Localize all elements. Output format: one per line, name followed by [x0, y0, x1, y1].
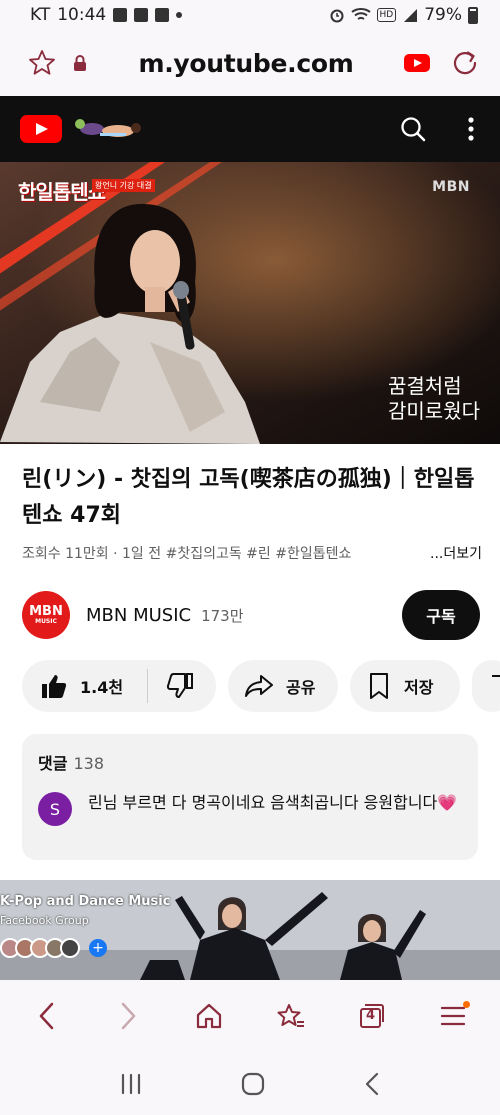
share-button[interactable]: 공유 [228, 660, 338, 712]
member-avatar [60, 938, 80, 958]
browser-bottom-nav: 4 [0, 980, 500, 1052]
broadcaster-watermark: MBN [432, 179, 470, 195]
avatar-text: MBN [29, 603, 63, 619]
gallery-notification-icon [113, 8, 128, 22]
ad-title: K-Pop and Dance Music [0, 894, 171, 909]
youtube-doodle-icon[interactable] [70, 116, 146, 142]
clip-icon [492, 675, 500, 677]
more-actions-button[interactable] [472, 660, 500, 712]
reload-icon[interactable] [452, 50, 478, 76]
video-meta[interactable]: 조회수 11만회 · 1일 전 #찻집의고독 #린 #한일톱텐쇼 ...더보기 [22, 543, 482, 563]
subscribe-button[interactable]: 구독 [402, 590, 480, 640]
tabs-button[interactable]: 4 [347, 991, 397, 1041]
like-icon[interactable] [40, 672, 68, 700]
heart-emoji: 💗 [437, 793, 458, 812]
carrier-label: KT [30, 5, 51, 25]
dislike-icon[interactable] [166, 672, 194, 700]
battery-percent: 79% [424, 5, 462, 25]
caption-line-1: 꿈결처럼 [388, 374, 462, 398]
save-label: 저장 [404, 678, 434, 697]
system-back-icon[interactable] [362, 1071, 382, 1097]
share-label: 공유 [286, 678, 316, 697]
url-address[interactable]: m.youtube.com [88, 49, 404, 78]
grid-notification-icon [155, 8, 170, 22]
alarm-icon [330, 9, 343, 23]
hamburger-menu-icon [441, 1006, 466, 1026]
back-button[interactable] [22, 991, 72, 1041]
search-icon[interactable] [400, 116, 426, 142]
wifi-icon [350, 8, 371, 20]
channel-name[interactable]: MBN MUSIC [86, 605, 191, 626]
video-caption: 꿈결처럼 감미로웠다 [388, 374, 480, 424]
signal-icon [404, 9, 418, 22]
app-notification-icon [134, 8, 149, 22]
show-more-link[interactable]: ...더보기 [430, 543, 482, 563]
comments-title: 댓글 [38, 754, 68, 773]
back-arrow-icon [39, 1002, 53, 1030]
comments-header: 댓글 138 [38, 750, 462, 774]
forward-button[interactable] [103, 991, 153, 1041]
bookmarks-button[interactable] [266, 991, 316, 1041]
more-notifications-icon [176, 12, 183, 18]
like-divider [147, 669, 149, 703]
like-dislike-group: 1.4천 [22, 660, 216, 712]
channel-avatar[interactable]: MBN MUSIC [22, 591, 70, 639]
action-bar: 1.4천 공유 저장 [22, 660, 500, 712]
avatar-subtext: MUSIC [35, 617, 57, 625]
plus-icon: + [89, 939, 107, 957]
save-icon [370, 673, 388, 699]
video-player[interactable]: 한일톱텐쇼 왕언니 기강 대결 MBN 꿈결처럼 감미로웠다 [0, 162, 500, 444]
subscriber-count: 173만 [201, 606, 244, 625]
clock: 10:44 [57, 5, 107, 25]
like-count[interactable]: 1.4천 [80, 674, 123, 698]
system-home-icon[interactable] [240, 1071, 266, 1097]
home-icon [197, 1003, 222, 1029]
forward-arrow-icon [121, 1002, 136, 1030]
comments-count: 138 [73, 754, 104, 773]
comment-text: 린님 부르면 다 명곡이네요 음색최곱니다 응원합니다 [88, 793, 438, 812]
youtube-app-icon[interactable] [404, 54, 430, 72]
youtube-logo-icon[interactable] [20, 115, 62, 143]
bookmark-star-icon[interactable] [28, 49, 56, 77]
share-icon [245, 675, 273, 697]
channel-row: MBN MUSIC MBN MUSIC 173만 구독 [22, 588, 480, 642]
ad-subtitle: Facebook Group [0, 914, 89, 927]
video-title[interactable]: 린(リン) - 찻집의 고독(喫茶店の孤独)｜한일톱텐쇼 47회 [22, 462, 482, 534]
status-bar: KT 10:44 HD 79% [0, 0, 500, 30]
commenter-avatar: S [38, 792, 72, 826]
battery-icon [468, 6, 478, 24]
lock-icon[interactable] [72, 54, 88, 72]
show-tag: 왕언니 기강 대결 [92, 179, 155, 192]
system-navigation-bar [0, 1052, 500, 1115]
ad-banner[interactable]: K-Pop and Dance Music Facebook Group + [0, 880, 500, 980]
browser-url-bar: m.youtube.com [0, 30, 500, 96]
home-button[interactable] [184, 991, 234, 1041]
notification-dot [463, 1001, 471, 1008]
youtube-header [0, 96, 500, 162]
view-info: 조회수 11만회 · 1일 전 #찻집의고독 #린 #한일톱텐쇼 [22, 546, 352, 562]
tab-count: 4 [365, 1008, 376, 1023]
top-comment[interactable]: S 린님 부르면 다 명곡이네요 음색최곱니다 응원합니다💗 [38, 788, 462, 826]
caption-line-2: 감미로웠다 [388, 399, 480, 423]
menu-button[interactable] [428, 991, 478, 1041]
more-options-icon[interactable] [468, 117, 474, 141]
comments-panel[interactable]: 댓글 138 S 린님 부르면 다 명곡이네요 음색최곱니다 응원합니다💗 [22, 734, 478, 860]
hd-voice-icon: HD [376, 8, 397, 22]
save-button[interactable]: 저장 [350, 660, 460, 712]
comment-body: 린님 부르면 다 명곡이네요 음색최곱니다 응원합니다💗 [88, 788, 457, 826]
group-member-avatars: + [0, 938, 107, 958]
recent-apps-icon[interactable] [118, 1072, 144, 1096]
bookmarks-icon [277, 1004, 304, 1027]
